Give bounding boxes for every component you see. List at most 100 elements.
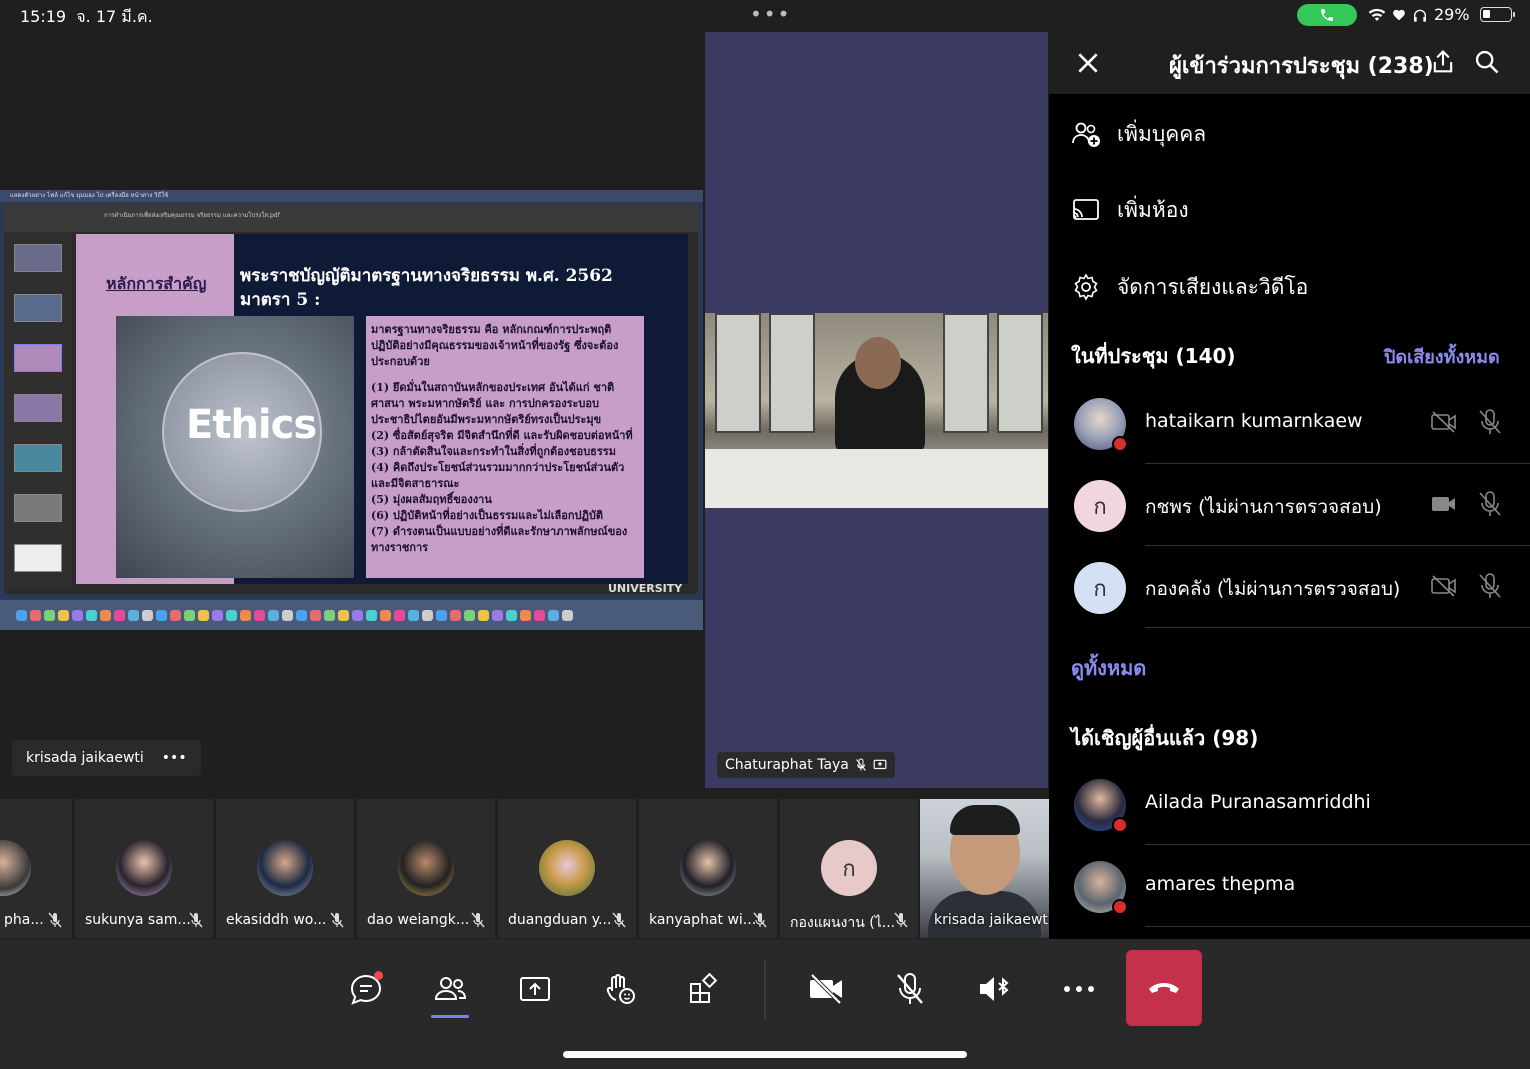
invited-title: ได้เชิญผู้อื่นแล้ว (98) [1071, 726, 1259, 750]
gallery-tile[interactable]: duangduan y... [498, 799, 636, 938]
camera-on-icon [1432, 497, 1455, 511]
invited-row[interactable]: Ailada Puranasamriddhi [1049, 763, 1530, 845]
panel-title: ผู้เข้าร่วมการประชุม (238) [1169, 54, 1434, 79]
apps-icon [690, 972, 718, 1003]
invited-row[interactable]: amares thepma [1049, 845, 1530, 927]
apps-button[interactable] [682, 969, 726, 1009]
mic-off-icon [1479, 491, 1501, 516]
invited-name: Ailada Puranasamriddhi [1145, 791, 1371, 813]
page-thumbnail [14, 344, 62, 372]
presentation-slide: หลักการสำคัญ พระราชบัญญัติมาตรฐานทางจริย… [76, 234, 688, 584]
mic-off-icon [894, 912, 908, 928]
search-icon[interactable] [1473, 48, 1501, 76]
tile-avatar [539, 840, 595, 896]
mac-dock [0, 600, 703, 630]
presenter-name: krisada jaikaewti [26, 750, 144, 766]
participant-row[interactable]: hataikarn kumarnkaew [1049, 382, 1530, 464]
cast-room-icon [1073, 199, 1099, 220]
participants-button[interactable] [428, 969, 472, 1009]
phone-icon [1321, 9, 1333, 21]
audio-video-settings-button[interactable]: จัดการเสียงและวิดีโอ [1049, 257, 1530, 317]
multitasking-dots[interactable]: ••• [750, 2, 791, 26]
shared-screen: แสดงตัวอย่าง ไฟล์ แก้ไข มุมมอง ไป เครื่อ… [0, 190, 703, 630]
see-all-link[interactable]: ดูทั้งหมด [1071, 652, 1146, 684]
gallery-tile[interactable]: kanyaphat wi... [639, 799, 777, 938]
participant-row[interactable]: ก กองคลัง (ไม่ผ่านการตรวจสอบ) [1049, 546, 1530, 628]
tile-avatar [257, 840, 313, 896]
add-room-label: เพิ่มห้อง [1117, 197, 1189, 222]
gallery-tile[interactable]: dao weiangk... [357, 799, 495, 938]
gallery-tile[interactable]: ก กองแผนงาน (ไ... [780, 799, 918, 938]
add-person-icon [1072, 122, 1100, 147]
share-screen-button[interactable] [513, 969, 557, 1009]
mic-off-icon [189, 912, 203, 928]
camera-off-icon [1431, 411, 1456, 433]
add-room-button[interactable]: เพิ่มห้อง [1049, 180, 1530, 240]
camera-off-icon [810, 973, 842, 1005]
mute-all-button[interactable]: ปิดเสียงทั้งหมด [1384, 342, 1500, 371]
audio-route-button[interactable] [972, 969, 1016, 1009]
video-bg-window [769, 313, 815, 433]
mic-off-icon [471, 912, 485, 928]
mic-off-icon [330, 912, 344, 928]
presence-busy-icon [1112, 436, 1128, 452]
mic-toggle-button[interactable] [888, 969, 932, 1009]
active-call-pill[interactable] [1297, 4, 1357, 26]
toolbar-separator [764, 959, 766, 1019]
more-icon [1064, 986, 1094, 992]
status-indicators: 29% [1368, 5, 1515, 24]
tile-avatar-initial: ก [821, 840, 877, 896]
page-thumbnail [14, 244, 62, 272]
mic-off-icon [612, 912, 626, 928]
avatar: ก [1074, 562, 1126, 614]
tile-avatar [680, 840, 736, 896]
participant-video [705, 313, 1048, 508]
avatar [1074, 398, 1128, 452]
tile-name: ekasiddh wo... [226, 912, 327, 928]
presence-busy-icon [1112, 899, 1128, 915]
participant-name-tag: Chaturaphat Taya [717, 752, 895, 778]
leave-call-button[interactable] [1126, 950, 1202, 1026]
gallery-tile[interactable]: ekasiddh wo... [216, 799, 354, 938]
mic-off-icon [897, 973, 923, 1004]
close-icon[interactable] [1075, 44, 1101, 84]
gear-icon [1074, 273, 1098, 301]
camera-off-icon [1431, 575, 1456, 597]
page-thumbnail [14, 294, 62, 322]
active-tab-indicator [431, 1015, 469, 1018]
gallery-tile[interactable]: pha... [0, 799, 72, 938]
call-controls [0, 939, 1530, 1069]
home-indicator[interactable] [563, 1051, 967, 1058]
video-bg-window [715, 313, 761, 433]
page-thumbnail [14, 544, 62, 572]
tile-name: dao weiangk... [367, 912, 470, 928]
presenter-name-tag[interactable]: krisada jaikaewti ••• [12, 740, 201, 776]
slide-title: พระราชบัญญัติมาตรฐานทางจริยธรรม พ.ศ. 256… [240, 266, 613, 310]
tile-name: kanyaphat wi... [649, 912, 757, 928]
more-options-icon[interactable]: ••• [162, 750, 187, 766]
slide-heading: หลักการสำคัญ [106, 274, 207, 293]
more-actions-button[interactable] [1057, 969, 1101, 1009]
participant-row[interactable]: ก กชพร (ไม่ผ่านการตรวจสอบ) [1049, 464, 1530, 546]
tile-name: กองแผนงาน (ไ... [790, 915, 896, 931]
participant-video-stage[interactable]: Chaturaphat Taya [705, 32, 1048, 788]
shared-content-stage[interactable]: แสดงตัวอย่าง ไฟล์ แก้ไข มุมมอง ไป เครื่อ… [0, 30, 703, 790]
pdf-thumbnails [4, 232, 72, 588]
camera-toggle-button[interactable] [804, 969, 848, 1009]
reactions-button[interactable] [598, 969, 642, 1009]
mic-off-icon [1479, 409, 1501, 434]
battery-icon [1479, 7, 1515, 22]
mac-menu-bar: แสดงตัวอย่าง ไฟล์ แก้ไข มุมมอง ไป เครื่อ… [0, 190, 703, 202]
add-person-button[interactable]: เพิ่มบุคคล [1049, 104, 1530, 164]
share-icon[interactable] [1429, 48, 1457, 76]
self-video-tile[interactable]: krisada jaikaewti [920, 799, 1049, 938]
gallery-tile[interactable]: sukunya sam... [75, 799, 213, 938]
mic-off-icon [753, 912, 767, 928]
tile-name: pha... [4, 912, 44, 928]
avatar: ก [1074, 480, 1126, 532]
participants-panel: ผู้เข้าร่วมการประชุม (238) เพิ่มบุคคล เพ… [1049, 30, 1530, 939]
row-divider [1145, 926, 1530, 927]
tile-name: krisada jaikaewti [934, 912, 1049, 928]
participant-name: hataikarn kumarnkaew [1145, 410, 1363, 432]
panel-header: ผู้เข้าร่วมการประชุม (238) [1049, 30, 1530, 94]
